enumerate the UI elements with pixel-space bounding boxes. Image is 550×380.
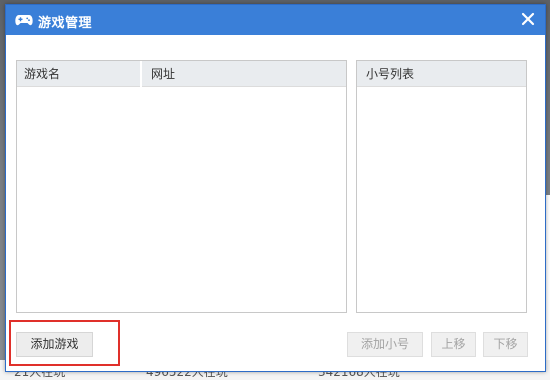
dialog-titlebar[interactable]: 游戏管理 <box>6 5 545 35</box>
games-table[interactable]: 游戏名 网址 <box>16 60 347 313</box>
column-header-game-name[interactable]: 游戏名 <box>17 61 142 87</box>
gamepad-icon <box>15 13 33 27</box>
column-header-accounts[interactable]: 小号列表 <box>357 61 526 87</box>
accounts-list-header: 小号列表 <box>357 61 526 87</box>
game-manager-dialog: 游戏管理 游戏名 网址 小号列表 添加游戏 添加小号 上移 下移 <box>5 4 546 372</box>
games-table-header: 游戏名 网址 <box>17 61 346 87</box>
move-up-button[interactable]: 上移 <box>431 332 476 357</box>
add-game-button[interactable]: 添加游戏 <box>16 332 93 357</box>
move-down-button[interactable]: 下移 <box>483 332 528 357</box>
dialog-title: 游戏管理 <box>38 16 93 31</box>
accounts-list[interactable]: 小号列表 <box>356 60 527 313</box>
close-icon[interactable] <box>519 10 537 28</box>
column-header-url[interactable]: 网址 <box>144 61 346 87</box>
add-account-button[interactable]: 添加小号 <box>347 332 423 357</box>
